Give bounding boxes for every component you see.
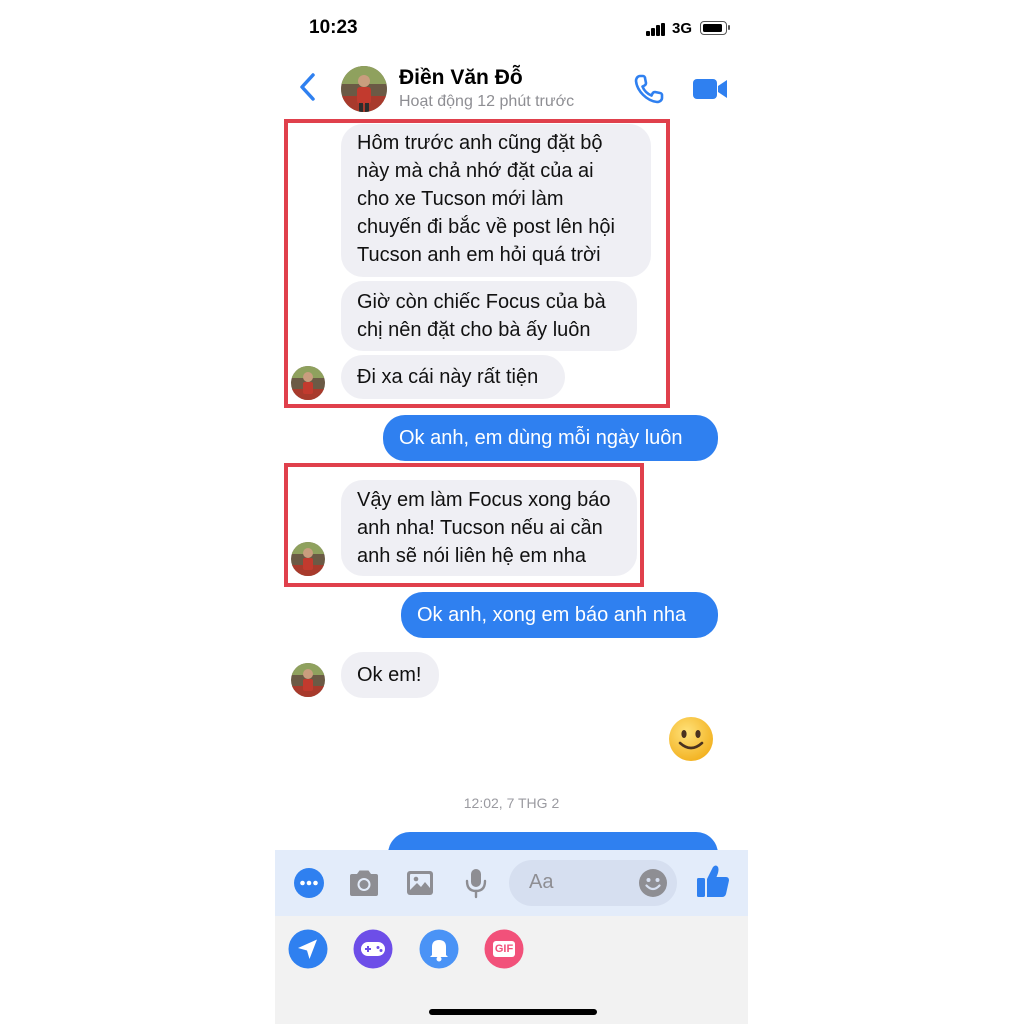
incoming-message[interactable]: Ok em!: [341, 652, 439, 698]
photo-gallery-icon[interactable]: [405, 868, 435, 898]
message-input[interactable]: Aa: [509, 860, 677, 906]
message-input-placeholder: Aa: [529, 871, 554, 893]
contact-activity-status: Hoạt động 12 phút trước: [399, 93, 575, 110]
highlight-box: [284, 463, 644, 587]
contact-avatar[interactable]: [341, 66, 387, 112]
status-bar: 10:23 3G: [275, 0, 748, 56]
outgoing-message[interactable]: Ok anh, xong em báo anh nha: [401, 592, 718, 638]
gif-label: GIF: [494, 943, 514, 955]
smiley-emoji-icon[interactable]: [667, 715, 715, 763]
home-indicator: [429, 1009, 597, 1015]
send-location-icon[interactable]: [288, 929, 328, 969]
signal-icon: [646, 23, 668, 36]
chat-header: Điền Văn Đỗ Hoạt động 12 phút trước: [275, 56, 748, 118]
emoji-picker-icon[interactable]: [638, 868, 668, 898]
phone-call-icon[interactable]: [633, 73, 665, 105]
games-icon[interactable]: [353, 929, 393, 969]
reminder-bell-icon[interactable]: [419, 929, 459, 969]
app-tray: GIF: [275, 916, 748, 1024]
network-type: 3G: [672, 20, 693, 37]
messenger-screen: 10:23 3G Điền Văn Đỗ Hoạt động 12 phút t…: [275, 0, 748, 1024]
thumbs-up-icon[interactable]: [695, 863, 731, 899]
message-timestamp: 12:02, 7 THG 2: [463, 795, 560, 811]
highlight-box: [284, 119, 670, 408]
back-icon[interactable]: [293, 69, 323, 105]
camera-icon[interactable]: [347, 868, 381, 898]
sender-avatar[interactable]: [291, 663, 325, 697]
outgoing-message[interactable]: Ok anh, em dùng mỗi ngày luôn: [383, 415, 718, 461]
microphone-icon[interactable]: [464, 867, 488, 899]
contact-name: Điền Văn Đỗ: [399, 66, 523, 89]
battery-icon: [700, 21, 730, 35]
composer-bar: Aa: [275, 850, 748, 916]
more-options-icon[interactable]: [293, 867, 325, 899]
gif-button[interactable]: GIF: [484, 929, 524, 969]
status-time: 10:23: [309, 17, 358, 38]
video-call-icon[interactable]: [691, 74, 729, 104]
